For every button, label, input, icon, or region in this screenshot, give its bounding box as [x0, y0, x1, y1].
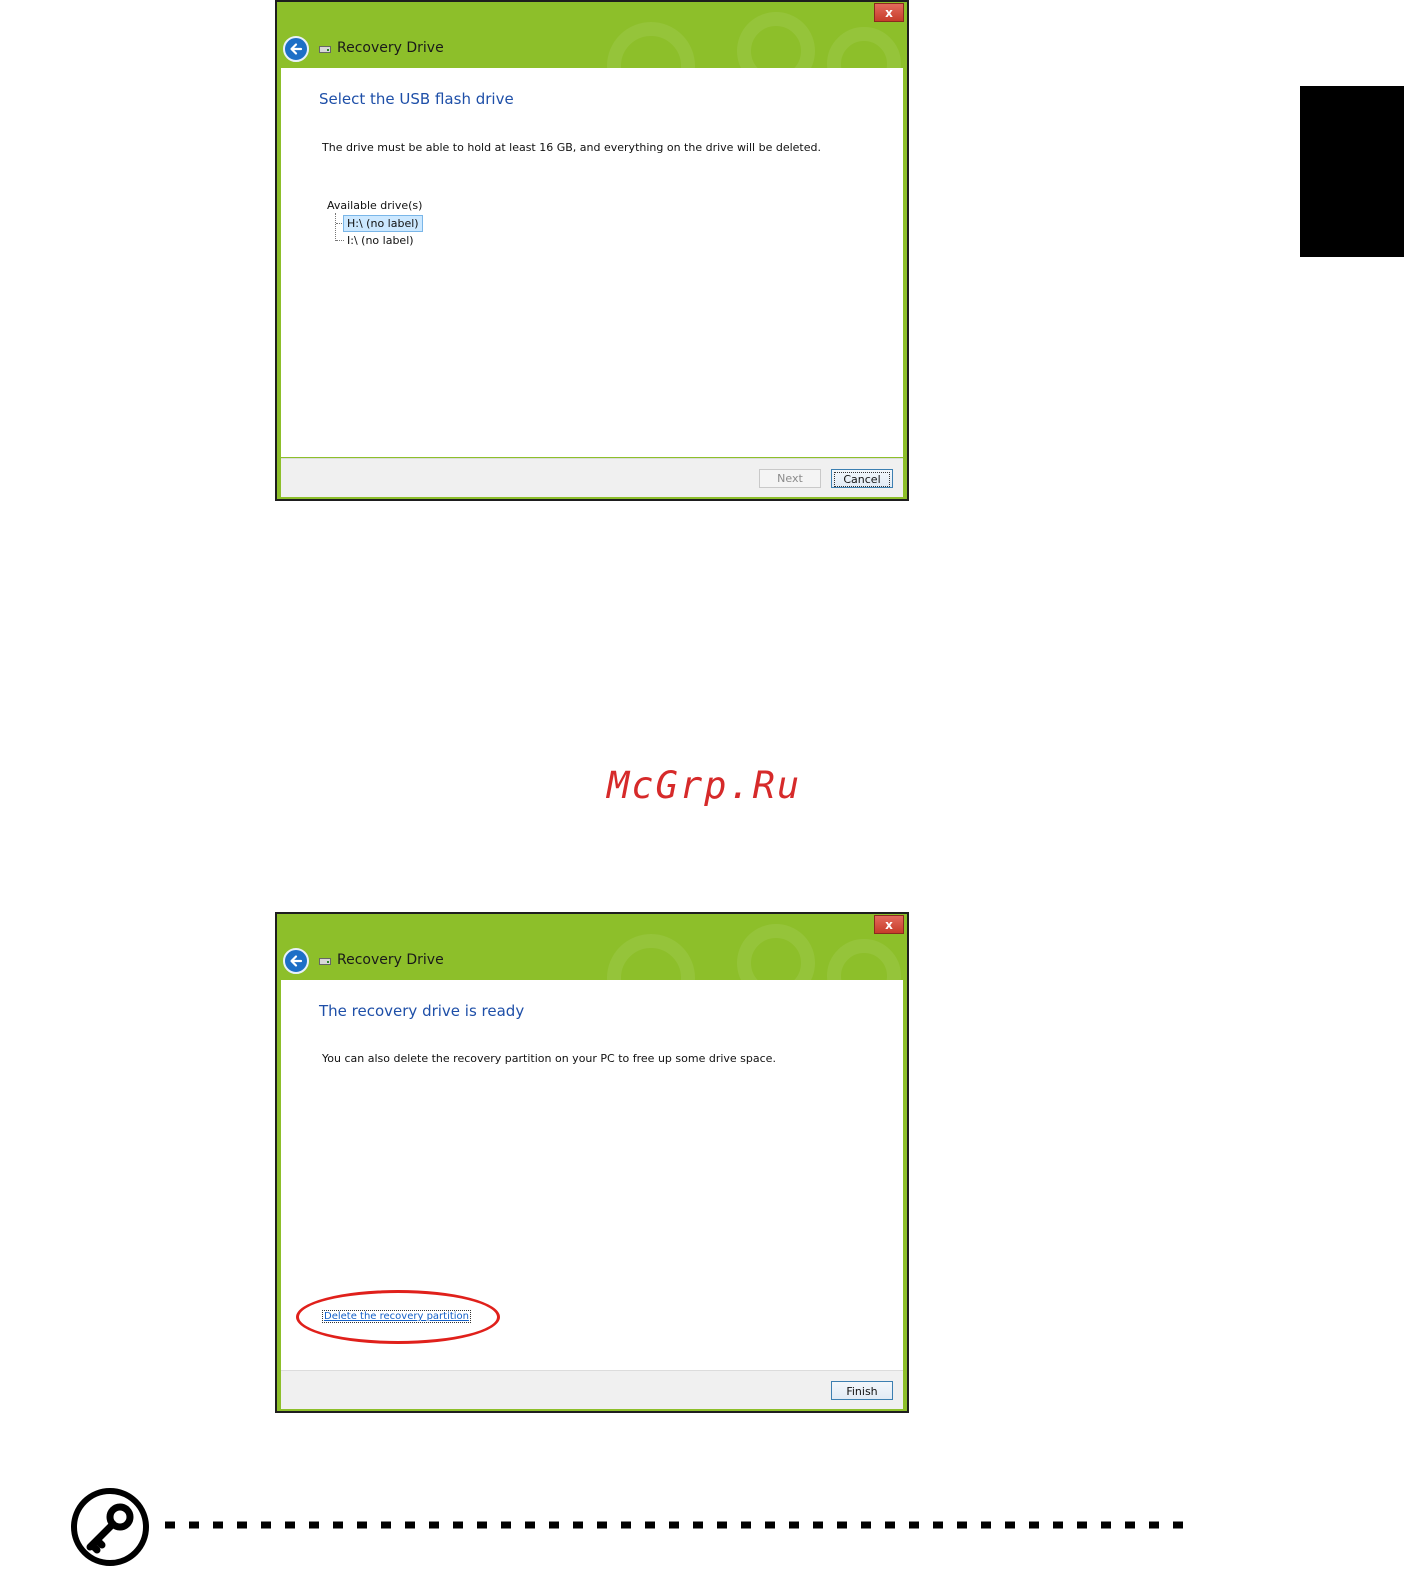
button-bar: Next Cancel — [281, 458, 903, 497]
description-text: The drive must be able to hold at least … — [322, 141, 821, 154]
title-bar: x Recovery Drive — [277, 914, 907, 1022]
content-area: The recovery drive is ready You can also… — [281, 980, 903, 1370]
dashed-separator — [165, 1521, 1185, 1529]
recovery-drive-window-ready: x Recovery Drive The recovery drive is r… — [275, 912, 909, 1413]
finish-button-label: Finish — [846, 1385, 878, 1398]
finish-button[interactable]: Finish — [831, 1381, 893, 1400]
available-drives-label: Available drive(s) — [327, 199, 423, 212]
back-arrow-icon — [290, 43, 303, 55]
section-tab — [1300, 86, 1404, 257]
window-title: Recovery Drive — [337, 40, 444, 56]
watermark: McGrp.Ru — [607, 764, 802, 807]
delete-recovery-partition-link[interactable]: Delete the recovery partition — [322, 1310, 472, 1323]
cancel-button[interactable]: Cancel — [831, 469, 893, 488]
page-heading: Select the USB flash drive — [319, 90, 514, 108]
drive-item-i[interactable]: I:\ (no label) — [343, 232, 418, 249]
drive-icon — [319, 46, 331, 53]
key-icon — [71, 1488, 149, 1566]
close-button[interactable]: x — [874, 915, 904, 934]
cancel-button-label: Cancel — [834, 472, 890, 487]
back-button[interactable] — [283, 948, 309, 974]
back-arrow-icon — [290, 955, 303, 967]
content-area: Select the USB flash drive The drive mus… — [281, 68, 903, 457]
page-heading: The recovery drive is ready — [319, 1002, 525, 1020]
drive-item-h[interactable]: H:\ (no label) — [343, 215, 423, 232]
next-button[interactable]: Next — [759, 469, 821, 488]
drive-icon — [319, 958, 331, 965]
window-title: Recovery Drive — [337, 952, 444, 968]
tree-connector — [335, 213, 336, 241]
title-bar: x Recovery Drive — [277, 2, 907, 110]
back-button[interactable] — [283, 36, 309, 62]
close-button[interactable]: x — [874, 3, 904, 22]
description-text: You can also delete the recovery partiti… — [322, 1052, 776, 1065]
button-bar: Finish — [281, 1370, 903, 1409]
recovery-drive-window-select: x Recovery Drive Select the USB flash dr… — [275, 0, 909, 501]
